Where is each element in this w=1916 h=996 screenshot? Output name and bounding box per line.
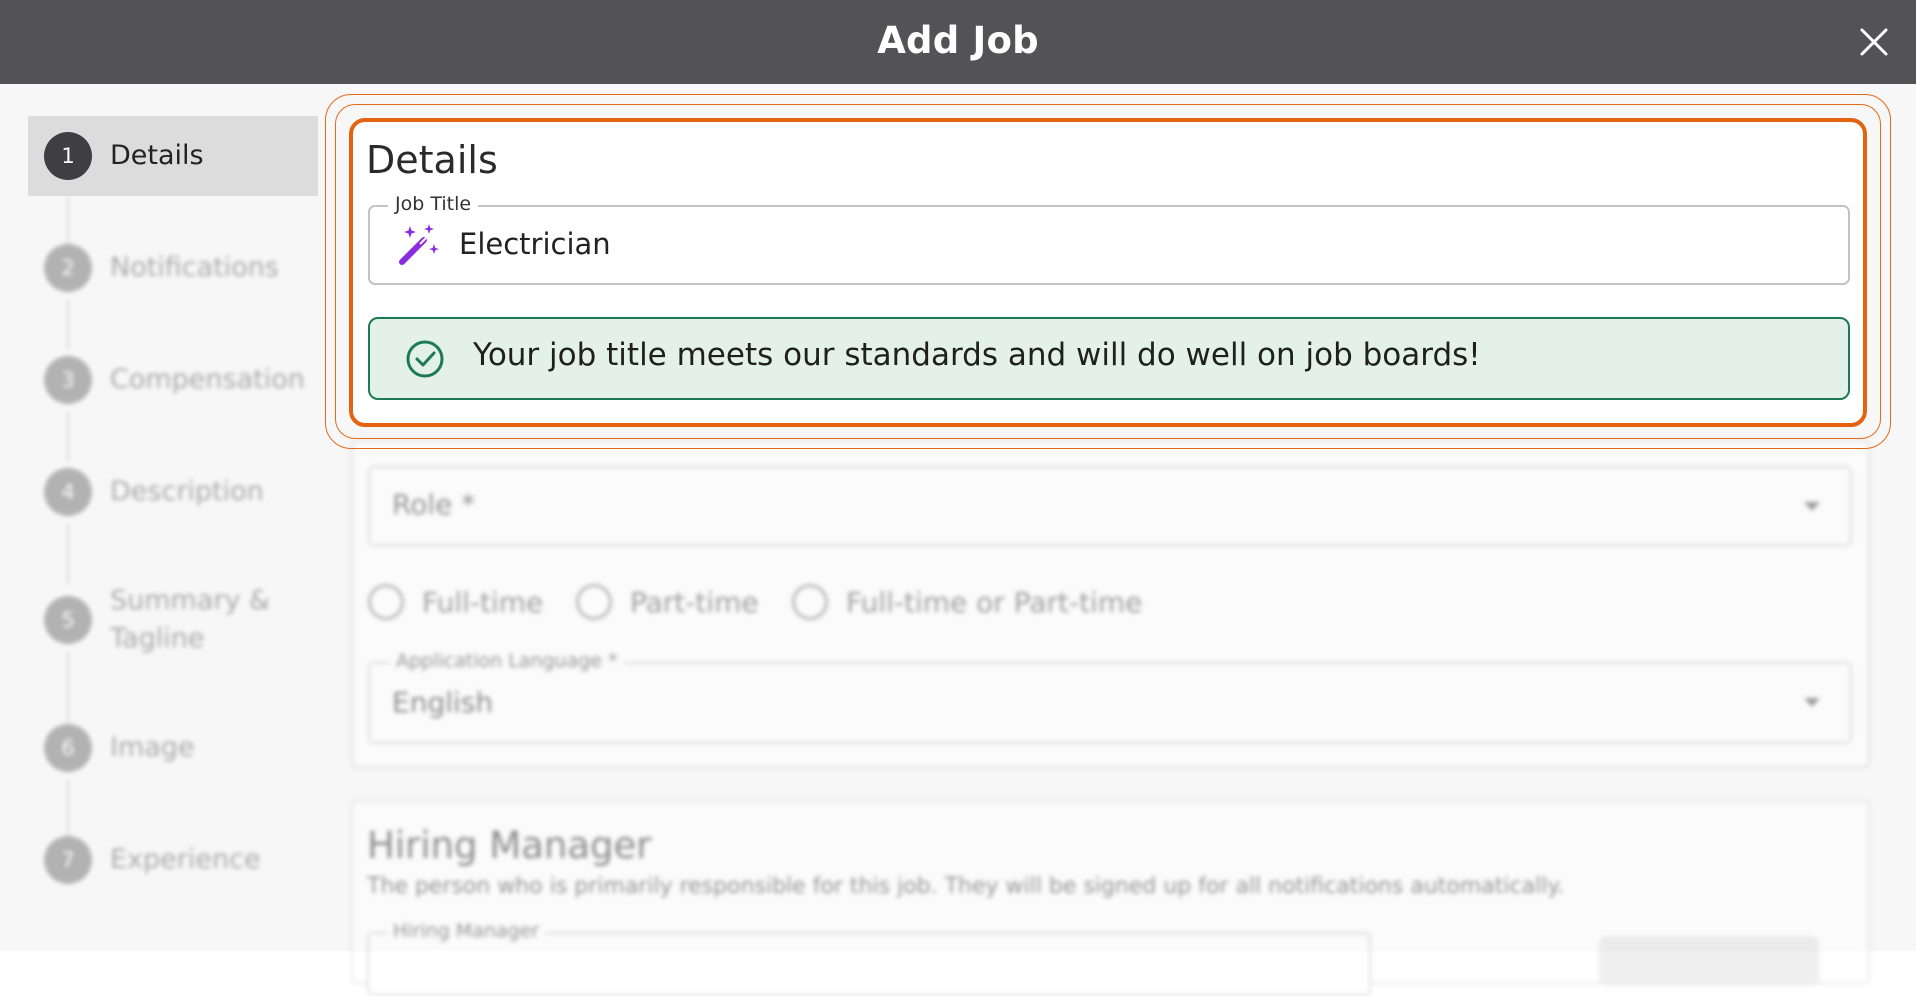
- success-alert-text: Your job title meets our standards and w…: [473, 337, 1481, 373]
- hiring-manager-card: Hiring Manager The person who is primari…: [351, 800, 1870, 996]
- radio-label: Full-time or Part-time: [846, 585, 1143, 619]
- step-label: Notifications: [110, 252, 279, 283]
- chevron-down-icon: [1804, 698, 1820, 707]
- step-image[interactable]: 6 Image: [28, 708, 318, 788]
- step-number: 4: [44, 468, 92, 516]
- radio-circle: [368, 584, 404, 620]
- application-language-select[interactable]: Application Language * English: [368, 650, 1852, 744]
- step-label: Summary & Tagline: [110, 585, 271, 654]
- radio-label: Full-time: [422, 585, 544, 619]
- job-title-label: Job Title: [388, 193, 479, 215]
- magic-wand-icon[interactable]: [396, 222, 442, 268]
- radio-full-or-part-time[interactable]: Full-time or Part-time: [792, 584, 1142, 620]
- step-number: 5: [44, 596, 92, 644]
- step-label: Compensation: [110, 364, 305, 395]
- close-icon[interactable]: [1854, 22, 1894, 62]
- radio-circle: [792, 584, 828, 620]
- step-experience[interactable]: 7 Experience: [28, 820, 318, 900]
- check-circle-icon: [405, 339, 445, 379]
- step-compensation[interactable]: 3 Compensation: [28, 340, 318, 420]
- application-language-value: English: [392, 686, 494, 719]
- step-number: 7: [44, 836, 92, 884]
- radio-circle: [576, 584, 612, 620]
- hiring-manager-description: The person who is primarily responsible …: [367, 874, 1565, 899]
- hiring-manager-button[interactable]: [1599, 936, 1819, 986]
- hiring-manager-heading: Hiring Manager: [367, 824, 652, 867]
- role-select-label: Role *: [392, 488, 476, 521]
- hiring-manager-field[interactable]: Hiring Manager: [367, 920, 1371, 996]
- step-number: 2: [44, 244, 92, 292]
- radio-full-time[interactable]: Full-time: [368, 584, 543, 620]
- application-language-label: Application Language *: [390, 650, 624, 672]
- details-heading: Details: [366, 138, 498, 182]
- step-details[interactable]: 1 Details: [28, 116, 318, 196]
- chevron-down-icon: [1804, 502, 1820, 511]
- step-connector: [67, 524, 69, 584]
- step-label: Details: [110, 140, 204, 171]
- dialog-header: Add Job: [0, 0, 1916, 84]
- job-title-value: Electrician: [459, 227, 611, 261]
- step-label: Image: [110, 732, 195, 763]
- role-select[interactable]: Role *: [368, 466, 1852, 546]
- step-label: Experience: [110, 844, 261, 875]
- dialog-title: Add Job: [877, 19, 1039, 62]
- step-number: 6: [44, 724, 92, 772]
- step-description[interactable]: 4 Description: [28, 452, 318, 532]
- radio-part-time[interactable]: Part-time: [576, 584, 759, 620]
- step-number: 1: [44, 132, 92, 180]
- step-summary-tagline[interactable]: 5 Summary & Tagline: [28, 580, 318, 660]
- radio-label: Part-time: [630, 585, 759, 619]
- hiring-manager-field-label: Hiring Manager: [387, 920, 546, 942]
- step-label: Description: [110, 476, 264, 507]
- step-number: 3: [44, 356, 92, 404]
- step-notifications[interactable]: 2 Notifications: [28, 228, 318, 308]
